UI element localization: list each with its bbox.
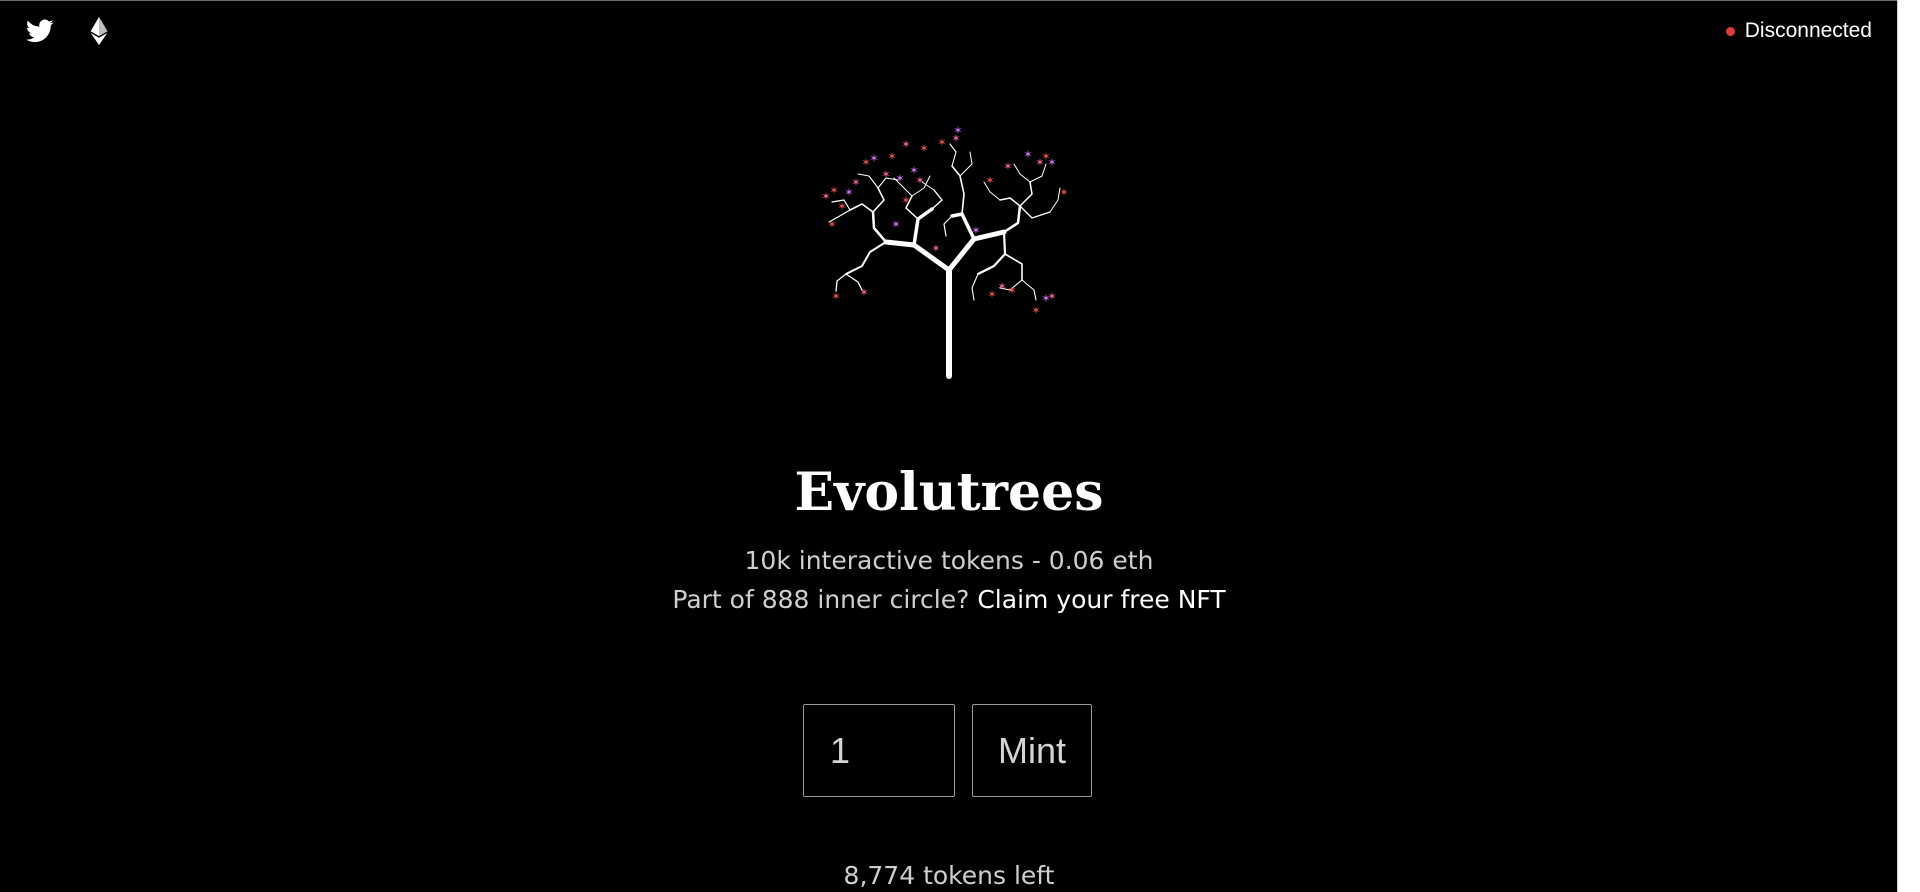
svg-text:✶: ✶ — [837, 200, 846, 213]
svg-text:✶: ✶ — [997, 280, 1006, 293]
svg-text:✶: ✶ — [937, 136, 946, 149]
page-title: Evolutrees — [794, 462, 1104, 523]
svg-text:✶: ✶ — [931, 242, 940, 255]
svg-text:✶: ✶ — [869, 152, 878, 165]
svg-text:✶: ✶ — [1003, 160, 1012, 173]
claim-free-nft-link[interactable]: Claim your free NFT — [977, 585, 1225, 614]
connection-status: Disconnected — [1725, 19, 1872, 43]
svg-text:✶: ✶ — [985, 174, 994, 187]
svg-text:✶: ✶ — [887, 150, 896, 163]
svg-text:✶: ✶ — [1041, 150, 1050, 163]
svg-text:✶: ✶ — [901, 138, 910, 151]
svg-text:✶: ✶ — [915, 174, 924, 187]
svg-text:✶: ✶ — [891, 218, 900, 231]
svg-text:✶: ✶ — [851, 176, 860, 189]
claim-line: Part of 888 inner circle? Claim your fre… — [0, 584, 1898, 616]
svg-text:✶: ✶ — [859, 286, 868, 299]
svg-text:✶: ✶ — [827, 218, 836, 231]
mint-button[interactable]: Mint — [972, 704, 1092, 797]
status-label: Disconnected — [1744, 19, 1872, 42]
window-border — [0, 0, 1920, 1]
mint-form: Mint — [803, 704, 1092, 797]
svg-text:✶: ✶ — [971, 224, 980, 237]
svg-text:✶: ✶ — [1041, 292, 1050, 305]
tokens-left: 8,774 tokens left — [843, 861, 1055, 890]
svg-text:✶: ✶ — [951, 132, 960, 145]
svg-text:✶: ✶ — [919, 142, 928, 155]
status-dot — [1725, 26, 1735, 36]
svg-text:✶: ✶ — [901, 194, 910, 207]
svg-text:✶: ✶ — [829, 184, 838, 197]
scrollbar[interactable] — [1897, 0, 1920, 892]
ethereum-icon[interactable] — [85, 17, 113, 45]
claim-prompt: Part of 888 inner circle? — [672, 585, 978, 614]
tree-illustration: ✶ ✶ ✶ ✶ ✶ ✶ ✶ ✶ ✶ ✶ ✶ ✶ ✶ ✶ ✶ ✶ ✶ ✶ ✶ ✶ … — [821, 124, 1069, 379]
tagline: 10k interactive tokens - 0.06 eth — [744, 546, 1154, 575]
svg-text:✶: ✶ — [1059, 186, 1068, 199]
svg-text:✶: ✶ — [1031, 304, 1040, 317]
svg-text:✶: ✶ — [881, 168, 890, 181]
svg-text:✶: ✶ — [1007, 284, 1016, 297]
svg-text:✶: ✶ — [831, 290, 840, 303]
svg-text:✶: ✶ — [1023, 148, 1032, 161]
twitter-icon-graphic — [26, 19, 54, 43]
twitter-icon[interactable] — [26, 17, 54, 45]
ethereum-icon-graphic — [90, 17, 108, 45]
svg-text:✶: ✶ — [895, 172, 904, 185]
svg-text:✶: ✶ — [987, 288, 996, 301]
page: Disconnected ✶ ✶ ✶ ✶ ✶ ✶ ✶ ✶ ✶ ✶ ✶ ✶ ✶ ✶… — [0, 0, 1920, 892]
quantity-input[interactable] — [803, 704, 955, 797]
